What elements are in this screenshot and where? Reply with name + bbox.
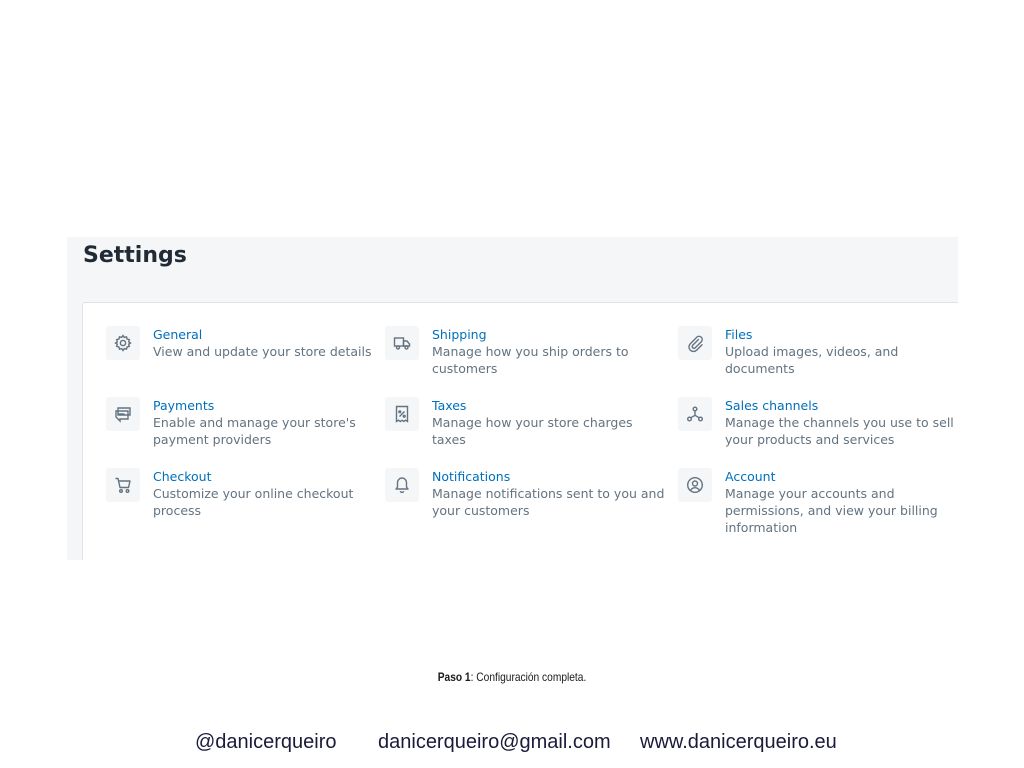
caption-step: Paso 1 <box>437 670 471 684</box>
settings-item-desc: Manage the channels you use to sell your… <box>725 415 954 447</box>
settings-card: General View and update your store detai… <box>82 302 958 560</box>
page-title: Settings <box>83 243 187 268</box>
settings-item-checkout[interactable]: Checkout Customize your online checkout … <box>106 468 353 519</box>
slide-caption: Paso 1: Configuración completa. <box>77 670 947 684</box>
settings-item-sales-channels[interactable]: Sales channels Manage the channels you u… <box>678 397 954 448</box>
settings-item-desc: Customize your online checkout process <box>153 486 354 518</box>
settings-item-desc: Manage your accounts and permissions, an… <box>725 486 938 535</box>
footer-website: www.danicerqueiro.eu <box>640 731 837 753</box>
settings-item-title[interactable]: Sales channels <box>725 397 954 414</box>
settings-item-desc: Upload images, videos, and documents <box>725 344 899 376</box>
settings-item-title[interactable]: General <box>153 326 371 343</box>
settings-item-desc: Enable and manage your store's payment p… <box>153 415 356 447</box>
payments-icon <box>106 397 140 431</box>
settings-item-title[interactable]: Notifications <box>432 468 664 485</box>
caption-text: : Configuración completa. <box>470 670 587 684</box>
settings-item-taxes[interactable]: Taxes Manage how your store charges taxe… <box>385 397 633 448</box>
settings-item-title[interactable]: Shipping <box>432 326 629 343</box>
settings-item-desc: Manage how you ship orders to customers <box>432 344 629 376</box>
truck-icon <box>385 326 419 360</box>
settings-item-general[interactable]: General View and update your store detai… <box>106 326 371 360</box>
footer-email: danicerqueiro@gmail.com <box>378 731 611 753</box>
settings-item-shipping[interactable]: Shipping Manage how you ship orders to c… <box>385 326 629 377</box>
settings-item-notifications[interactable]: Notifications Manage notifications sent … <box>385 468 664 519</box>
settings-item-title[interactable]: Taxes <box>432 397 633 414</box>
paperclip-icon <box>678 326 712 360</box>
settings-item-account[interactable]: Account Manage your accounts and permiss… <box>678 468 938 536</box>
bell-icon <box>385 468 419 502</box>
settings-item-title[interactable]: Payments <box>153 397 356 414</box>
receipt-percent-icon <box>385 397 419 431</box>
settings-item-desc: View and update your store details <box>153 344 372 359</box>
settings-item-title[interactable]: Checkout <box>153 468 353 485</box>
settings-item-desc: Manage how your store charges taxes <box>432 415 633 447</box>
gear-icon <box>106 326 140 360</box>
user-circle-icon <box>678 468 712 502</box>
cart-icon <box>106 468 140 502</box>
settings-item-payments[interactable]: Payments Enable and manage your store's … <box>106 397 356 448</box>
footer-handle: @danicerqueiro <box>195 731 337 753</box>
settings-item-title[interactable]: Files <box>725 326 898 343</box>
settings-item-desc: Manage notifications sent to you and you… <box>432 486 665 518</box>
sales-channels-icon <box>678 397 712 431</box>
settings-item-files[interactable]: Files Upload images, videos, and documen… <box>678 326 898 377</box>
settings-item-title[interactable]: Account <box>725 468 938 485</box>
settings-screenshot: Settings General View and update your st… <box>67 237 958 560</box>
